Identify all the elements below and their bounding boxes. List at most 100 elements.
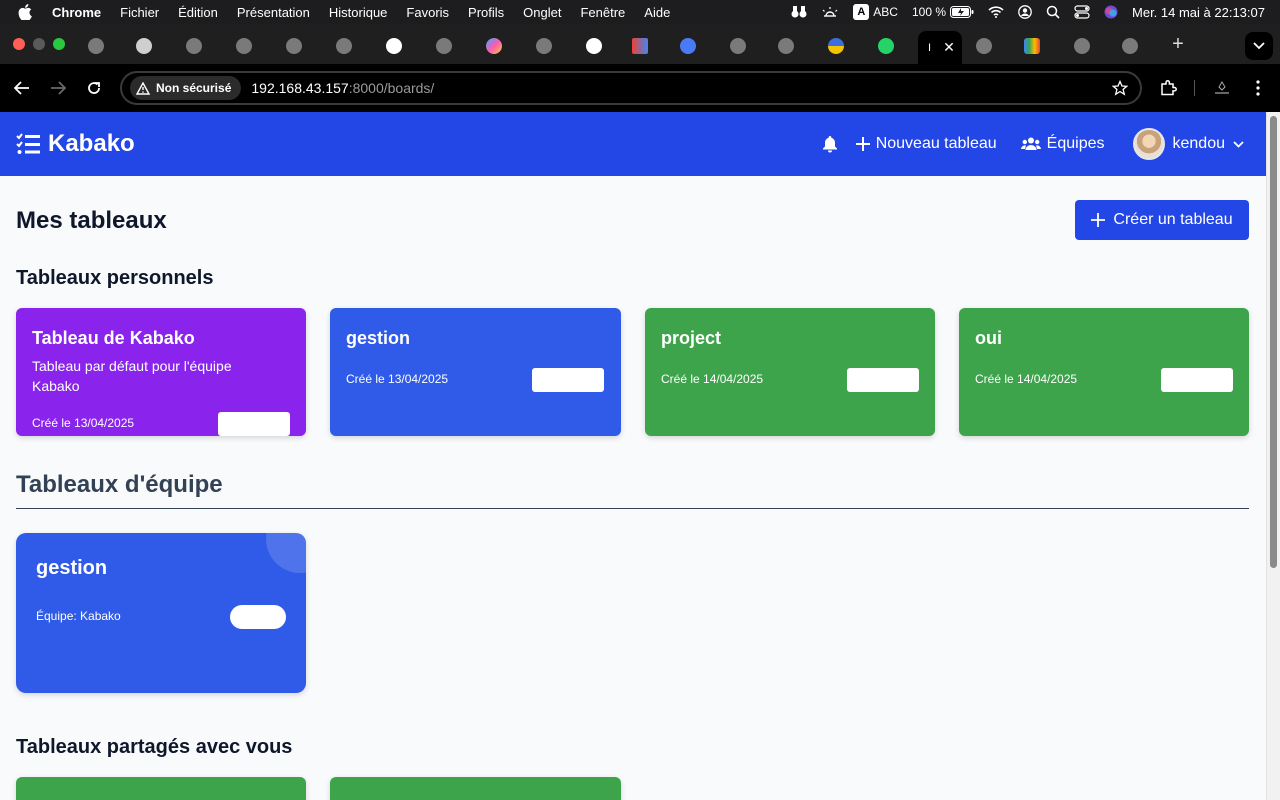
navbar-actions: Nouveau tableau Équipes kendou: [798, 112, 1244, 176]
browser-tab[interactable]: [374, 32, 408, 60]
back-arrow-icon[interactable]: [12, 78, 32, 98]
board-action-button[interactable]: [230, 605, 286, 629]
globe-icon: [976, 38, 992, 54]
menu-profils[interactable]: Profils: [468, 5, 504, 20]
globe-icon: [436, 38, 452, 54]
globe-icon: [536, 38, 552, 54]
wifi-icon[interactable]: [988, 6, 1004, 18]
board-action-button[interactable]: [1161, 368, 1233, 392]
window-close-button[interactable]: [13, 38, 25, 50]
user-menu[interactable]: kendou: [1132, 128, 1245, 160]
page-scrollbar[interactable]: [1266, 112, 1280, 800]
extensions-puzzle-icon[interactable]: [1158, 78, 1178, 98]
profile-badge-icon[interactable]: [1212, 78, 1232, 98]
control-center-icon[interactable]: [1074, 5, 1090, 19]
copilot-icon: [486, 38, 502, 54]
menu-app-name[interactable]: Chrome: [52, 5, 101, 20]
browser-tab[interactable]: [1062, 32, 1096, 60]
app-icon: [828, 38, 844, 54]
active-browser-tab[interactable]: I ✕: [918, 31, 962, 64]
menu-fenetre[interactable]: Fenêtre: [580, 5, 625, 20]
browser-tab[interactable]: [324, 32, 358, 60]
browser-tab[interactable]: [574, 32, 608, 60]
board-card[interactable]: project Créé le 14/04/2025: [645, 308, 935, 436]
menu-onglet[interactable]: Onglet: [523, 5, 561, 20]
input-source-icon: A: [853, 4, 870, 20]
docs-icon: [680, 38, 696, 54]
app-icon: [1024, 38, 1040, 54]
reload-icon[interactable]: [84, 78, 104, 98]
apple-icon[interactable]: [18, 4, 36, 20]
browser-tab[interactable]: [274, 32, 308, 60]
app-navbar: Kabako Nouveau tableau Équipes kendou: [0, 112, 1266, 176]
bookmark-star-icon[interactable]: [1111, 79, 1129, 101]
new-tab-icon[interactable]: +: [1169, 34, 1187, 54]
globe-icon: [236, 38, 252, 54]
browser-tab[interactable]: [424, 32, 458, 60]
brand-logo[interactable]: Kabako: [16, 130, 135, 158]
keyboard-label: ABC: [873, 5, 898, 19]
menu-favoris[interactable]: Favoris: [406, 5, 449, 20]
new-board-link[interactable]: Nouveau tableau: [855, 135, 997, 153]
browser-tab[interactable]: [224, 32, 258, 60]
browser-tab[interactable]: [766, 32, 800, 60]
browser-tab[interactable]: [174, 32, 208, 60]
more-menu-icon[interactable]: [1248, 78, 1268, 98]
tab-search-button[interactable]: [1245, 32, 1273, 60]
siri-icon[interactable]: [1104, 5, 1118, 19]
window-minimize-button[interactable]: [33, 38, 45, 50]
browser-tab[interactable]: [1012, 32, 1046, 60]
keyboard-input[interactable]: A ABC: [853, 4, 898, 20]
board-title: Tableau de Kabako: [32, 328, 195, 348]
active-tab-label: I: [928, 41, 932, 54]
browser-tab[interactable]: [964, 32, 998, 60]
browser-tab[interactable]: [524, 32, 558, 60]
board-description: Tableau par défaut pour l'équipe Kabako: [32, 358, 232, 394]
notifications-bell-icon[interactable]: [822, 135, 838, 153]
shared-board-card[interactable]: [330, 777, 621, 800]
scrollbar-thumb[interactable]: [1270, 116, 1277, 568]
teams-link[interactable]: Équipes: [1020, 135, 1105, 153]
browser-tab[interactable]: [866, 32, 900, 60]
board-action-button[interactable]: [532, 368, 604, 392]
shared-board-card[interactable]: [16, 777, 306, 800]
user-account-icon[interactable]: [1018, 5, 1032, 19]
window-maximize-button[interactable]: [53, 38, 65, 50]
browser-tab[interactable]: [76, 32, 110, 60]
browser-tab-strip: I ✕ +: [0, 24, 1280, 64]
browser-tab[interactable]: [124, 32, 158, 60]
spotlight-search-icon[interactable]: [1046, 5, 1060, 19]
browser-tab[interactable]: [816, 32, 850, 60]
board-card[interactable]: Tableau de Kabako Tableau par défaut pou…: [16, 308, 306, 436]
team-board-card[interactable]: gestion Équipe: Kabako: [16, 533, 306, 693]
browser-tab[interactable]: [474, 32, 508, 60]
battery-label: 100 %: [911, 5, 947, 19]
battery-icon: [950, 6, 974, 18]
board-card[interactable]: oui Créé le 14/04/2025: [959, 308, 1249, 436]
globe-icon: [730, 38, 746, 54]
address-bar[interactable]: Non sécurisé 192.168.43.157:8000/boards/: [120, 71, 1142, 105]
board-action-button[interactable]: [847, 368, 919, 392]
brightness-icon[interactable]: [821, 6, 839, 18]
create-board-button[interactable]: Créer un tableau: [1075, 200, 1249, 240]
menubar-datetime[interactable]: Mer. 14 mai à 22:13:07: [1132, 5, 1265, 20]
browser-tab[interactable]: [668, 32, 702, 60]
browser-tab[interactable]: [1110, 32, 1144, 60]
board-action-button[interactable]: [218, 412, 290, 436]
forward-arrow-icon[interactable]: [48, 78, 68, 98]
menu-edition[interactable]: Édition: [178, 5, 218, 20]
security-chip[interactable]: Non sécurisé: [130, 76, 242, 100]
url-text: 192.168.43.157:8000/boards/: [251, 80, 434, 96]
browser-tab[interactable]: [718, 32, 752, 60]
binoculars-icon[interactable]: [791, 5, 807, 19]
battery-status[interactable]: 100 %: [912, 5, 974, 19]
browser-tab[interactable]: [620, 32, 654, 60]
menu-fichier[interactable]: Fichier: [120, 5, 159, 20]
menu-aide[interactable]: Aide: [644, 5, 670, 20]
menu-presentation[interactable]: Présentation: [237, 5, 310, 20]
board-card[interactable]: gestion Créé le 13/04/2025: [330, 308, 621, 436]
username: kendou: [1172, 135, 1226, 152]
board-date: Créé le 13/04/2025: [32, 416, 135, 430]
menu-historique[interactable]: Historique: [329, 5, 388, 20]
close-tab-icon[interactable]: ✕: [943, 39, 955, 56]
